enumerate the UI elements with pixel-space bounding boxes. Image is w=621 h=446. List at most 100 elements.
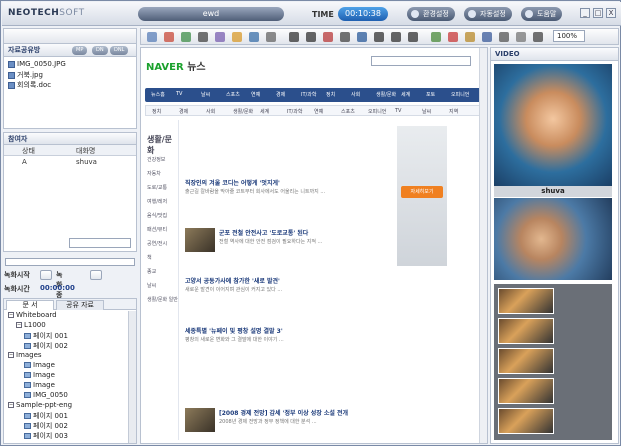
sub-nav-item[interactable]: 정치 bbox=[152, 108, 161, 115]
naver-logo[interactable]: NAVER 뉴스 bbox=[146, 58, 206, 73]
tab-documents[interactable]: 문 서 bbox=[6, 300, 54, 310]
help-button[interactable]: 도움말 bbox=[521, 7, 563, 21]
article-item[interactable]: 세종특별 '뉴페이 및 평창 설명 결말 3' 평창의 새로운 변화와 그 결말에… bbox=[185, 326, 390, 343]
nav-item[interactable]: 사회 bbox=[351, 91, 360, 98]
pen-icon[interactable] bbox=[306, 32, 316, 42]
tree-node[interactable]: IMG_0050 bbox=[24, 391, 68, 399]
article-item[interactable]: 군포 전철 안전사고 '도로교통' 된다 전철 역사에 대한 안전 점검이 필요하… bbox=[219, 228, 424, 245]
main-video-feed[interactable] bbox=[494, 64, 612, 186]
maximize-button[interactable]: □ bbox=[593, 8, 603, 18]
highlight-icon[interactable] bbox=[465, 32, 475, 42]
pointer-icon[interactable] bbox=[289, 32, 299, 42]
article-item[interactable]: 직장인의 겨울 코디는 어떻게 '멋지게' 출근길 칼바람을 막아줄 코트부터 회… bbox=[185, 178, 390, 195]
sub-nav-item[interactable]: 생활/문화 bbox=[233, 108, 253, 115]
tree-node[interactable]: 페이지 002 bbox=[24, 341, 68, 351]
secondary-video-feed[interactable] bbox=[494, 198, 612, 280]
nav-item[interactable]: 세계 bbox=[401, 91, 410, 98]
settings-button[interactable]: 환경설정 bbox=[407, 7, 455, 21]
tree-node[interactable]: Image bbox=[24, 381, 55, 389]
tree-node[interactable]: 페이지 001 bbox=[24, 411, 68, 421]
nav-item[interactable]: 뉴스홈 bbox=[151, 91, 165, 98]
sub-nav-item[interactable]: 스포츠 bbox=[341, 108, 355, 115]
left-nav-item[interactable]: 건강정보 bbox=[147, 156, 165, 163]
naver-search-input[interactable] bbox=[371, 56, 471, 66]
tree-node[interactable]: 페이지 003 bbox=[24, 431, 68, 441]
capture-icon[interactable] bbox=[215, 32, 225, 42]
tree-node[interactable]: 페이지 001 bbox=[24, 331, 68, 341]
article-item[interactable]: 고양서 공동가사에 참가한 '새로 발견' 새로운 발견이 이어지며 관심이 커지… bbox=[185, 276, 390, 293]
sub-nav-item[interactable]: 연예 bbox=[314, 108, 323, 115]
zoom-select[interactable]: 100% bbox=[553, 30, 585, 42]
minimize-button[interactable]: _ bbox=[580, 8, 590, 18]
left-nav-item[interactable]: 패션/뷰티 bbox=[147, 226, 167, 233]
sub-nav-item[interactable]: 사회 bbox=[206, 108, 215, 115]
article-title[interactable]: 고양서 공동가사에 참가한 '새로 발견' bbox=[185, 276, 390, 285]
nav-item[interactable]: TV bbox=[176, 91, 182, 97]
redo-icon[interactable] bbox=[533, 32, 543, 42]
article-item[interactable]: [2008 경제 전망] 감세 '정부 이상 성장 소설 전개 2008년 경제 … bbox=[219, 408, 424, 425]
video-thumbnail[interactable] bbox=[498, 318, 554, 344]
article-thumbnail[interactable] bbox=[185, 228, 215, 252]
text-icon[interactable] bbox=[340, 32, 350, 42]
rect-icon[interactable] bbox=[374, 32, 384, 42]
video-thumbnail[interactable] bbox=[498, 288, 554, 314]
article-thumbnail[interactable] bbox=[185, 408, 215, 432]
tree-node[interactable]: − L1000 bbox=[16, 321, 46, 329]
file-item[interactable]: 회의록.doc bbox=[8, 80, 51, 90]
sub-nav-item[interactable]: 지역 bbox=[449, 108, 458, 115]
volume-slider[interactable] bbox=[5, 258, 135, 266]
open-icon[interactable] bbox=[164, 32, 174, 42]
tree-node[interactable]: Image bbox=[24, 361, 55, 369]
sub-nav-item[interactable]: TV bbox=[395, 108, 401, 114]
image-icon[interactable] bbox=[266, 32, 276, 42]
sub-nav-item[interactable]: 경제 bbox=[179, 108, 188, 115]
left-nav-item[interactable]: 자동차 bbox=[147, 170, 161, 177]
chat-input[interactable] bbox=[69, 238, 131, 248]
fill-icon[interactable] bbox=[431, 32, 441, 42]
new-icon[interactable] bbox=[147, 32, 157, 42]
video-thumbnail[interactable] bbox=[498, 378, 554, 404]
left-nav-item[interactable]: 날씨 bbox=[147, 282, 156, 289]
tree-node[interactable]: 페이지 002 bbox=[24, 421, 68, 431]
file-item[interactable]: IMG_0050.JPG bbox=[8, 60, 66, 68]
expand-toggle-icon[interactable]: − bbox=[8, 312, 14, 318]
line-icon[interactable] bbox=[357, 32, 367, 42]
sub-nav-item[interactable]: 세계 bbox=[260, 108, 269, 115]
tree-node[interactable]: − Images bbox=[8, 351, 42, 359]
nav-item[interactable]: 오피니언 bbox=[451, 91, 469, 98]
eraser-icon[interactable] bbox=[323, 32, 333, 42]
pill-dn[interactable]: DN bbox=[92, 46, 108, 55]
left-nav-item[interactable]: 책 bbox=[147, 254, 152, 261]
sub-nav-item[interactable]: IT/과학 bbox=[287, 108, 302, 115]
tree-node[interactable]: − Sample-ppt-eng bbox=[8, 401, 72, 409]
screen-icon[interactable] bbox=[232, 32, 242, 42]
nav-item[interactable]: 스포츠 bbox=[226, 91, 240, 98]
nav-item[interactable]: IT/과학 bbox=[301, 91, 316, 98]
article-title[interactable]: 직장인의 겨울 코디는 어떻게 '멋지게' bbox=[185, 178, 390, 187]
sub-nav-item[interactable]: 날씨 bbox=[422, 108, 431, 115]
participant-row[interactable]: A shuva bbox=[4, 157, 136, 168]
left-nav-item[interactable]: 공연/전시 bbox=[147, 240, 167, 247]
nav-item[interactable]: 날씨 bbox=[201, 91, 210, 98]
left-nav-item[interactable]: 생활/문화 일반 bbox=[147, 296, 178, 303]
color-icon[interactable] bbox=[448, 32, 458, 42]
tree-node[interactable]: Image bbox=[24, 371, 55, 379]
tree-scrollbar[interactable] bbox=[128, 311, 136, 443]
expand-toggle-icon[interactable]: − bbox=[16, 322, 22, 328]
print-icon[interactable] bbox=[198, 32, 208, 42]
file-item[interactable]: 거북.jpg bbox=[8, 70, 43, 80]
video-thumbnail[interactable] bbox=[498, 408, 554, 434]
left-nav-item[interactable]: 음식/맛집 bbox=[147, 212, 167, 219]
tree-node[interactable]: − Whiteboard bbox=[8, 311, 57, 319]
grid-icon[interactable] bbox=[499, 32, 509, 42]
article-title[interactable]: 군포 전철 안전사고 '도로교통' 된다 bbox=[219, 228, 424, 237]
left-nav-item[interactable]: 여행/레저 bbox=[147, 198, 167, 205]
expand-toggle-icon[interactable]: − bbox=[8, 402, 14, 408]
sub-nav-item[interactable]: 오피니언 bbox=[368, 108, 386, 115]
nav-item[interactable]: 포토 bbox=[426, 91, 435, 98]
stamp-icon[interactable] bbox=[482, 32, 492, 42]
record-stop-button[interactable] bbox=[90, 270, 102, 280]
expand-toggle-icon[interactable]: − bbox=[8, 352, 14, 358]
nav-item[interactable]: 경제 bbox=[276, 91, 285, 98]
ad-banner[interactable]: 자세히보기 bbox=[397, 126, 447, 266]
